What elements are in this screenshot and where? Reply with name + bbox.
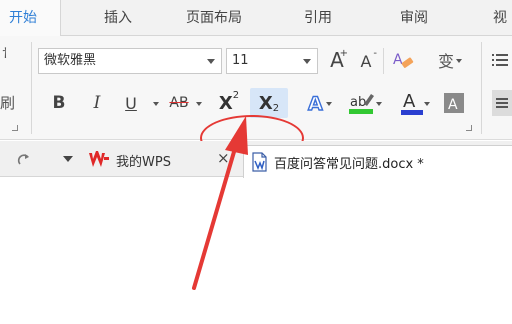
chevron-down-icon [326,102,332,106]
highlighter-icon: ab [349,94,374,114]
document-tab-bar: 我的WPS × 百度问答常见问题.docx * [0,141,512,178]
subscript-mark: 2 [272,102,280,114]
svg-text:A: A [393,52,403,68]
align-button[interactable] [492,90,512,116]
underline-button[interactable]: U [120,90,142,116]
doc-tab-file-title: 百度问答常见问题.docx * [274,156,424,172]
group-separator [383,48,384,74]
chevron-down-icon[interactable] [196,102,202,106]
format-painter-label[interactable]: 刷 [0,92,15,113]
superscript-button[interactable]: X2 [212,88,246,118]
ribbon-home: ⸶ 刷 微软雅黑 11 A + A - A 变 B I U AB X 2 X 2… [0,36,512,161]
strikethrough-button[interactable]: AB [164,90,194,116]
text-effects-button[interactable]: A [302,88,332,118]
align-icon [496,98,508,108]
italic-button[interactable]: I [86,90,108,116]
chevron-down-icon [63,156,73,162]
bullet-list-icon [492,54,508,66]
tab-list-dropdown[interactable] [60,153,76,165]
close-tab-button[interactable]: × [217,149,230,167]
chevron-down-icon [424,102,430,106]
chevron-down-icon[interactable] [153,102,159,106]
tab-home[interactable]: 开始 [0,0,61,37]
tab-insert[interactable]: 插入 [104,0,132,36]
font-name-value: 微软雅黑 [44,53,97,68]
grow-font-button[interactable]: A + [326,46,348,74]
font-size-select[interactable]: 11 [226,48,318,74]
superscript-mark: 2 [232,89,240,101]
eraser-icon: A [393,52,414,68]
redo-button[interactable] [14,149,34,169]
svg-text:A: A [308,93,323,115]
subscript-base: X [258,92,273,114]
highlight-color-button[interactable]: ab [342,88,382,118]
document-icon [252,152,267,172]
phonetic-guide-button[interactable]: 变 [428,46,464,74]
doc-tab-my-wps-label: 我的WPS [116,154,171,170]
document-canvas[interactable] [0,178,512,324]
character-shading-button[interactable]: A [442,90,466,116]
superscript-base: X [218,92,233,114]
subscript-button[interactable]: X2 [250,88,288,118]
chevron-down-icon [456,59,462,63]
font-color-icon: A [401,91,423,115]
clipboard-group-launcher-icon[interactable] [12,125,18,131]
font-name-select[interactable]: 微软雅黑 [38,48,222,74]
font-group-launcher-icon[interactable] [466,125,472,131]
chevron-down-icon [207,59,215,64]
tab-review[interactable]: 审阅 [400,0,428,36]
doc-tab-my-wps[interactable]: 我的WPS [88,147,171,173]
tab-page-layout[interactable]: 页面布局 [186,0,242,36]
shrink-font-icon: A [360,51,372,71]
svg-text:A: A [448,97,458,113]
ribbon-tab-bar: 开始 插入 页面布局 引用 审阅 视 [0,0,512,37]
font-color-button[interactable]: A [392,88,432,118]
svg-text:ab: ab [350,95,366,110]
bullet-list-button[interactable] [490,50,510,70]
character-shading-icon: A [444,93,464,113]
phonetic-guide-icon: 变 [437,52,454,71]
format-painter-icon[interactable]: ⸶ [2,44,8,63]
grow-font-plus: + [339,48,348,59]
chevron-down-icon [303,59,311,64]
font-size-value: 11 [232,53,249,68]
shrink-font-button[interactable]: A - [355,48,377,74]
shrink-font-minus: - [373,48,377,59]
group-separator [481,42,482,134]
wps-logo-icon [89,151,109,167]
group-separator [31,42,32,134]
chevron-down-icon [376,102,382,106]
svg-text:A: A [403,91,416,112]
redo-icon [17,154,29,165]
doc-tab-active-file[interactable]: 百度问答常见问题.docx * [243,145,512,178]
bold-button[interactable]: B [48,90,70,116]
clear-formatting-button[interactable]: A [390,46,416,74]
tab-view[interactable]: 视 [493,0,507,36]
tab-references[interactable]: 引用 [304,0,332,36]
